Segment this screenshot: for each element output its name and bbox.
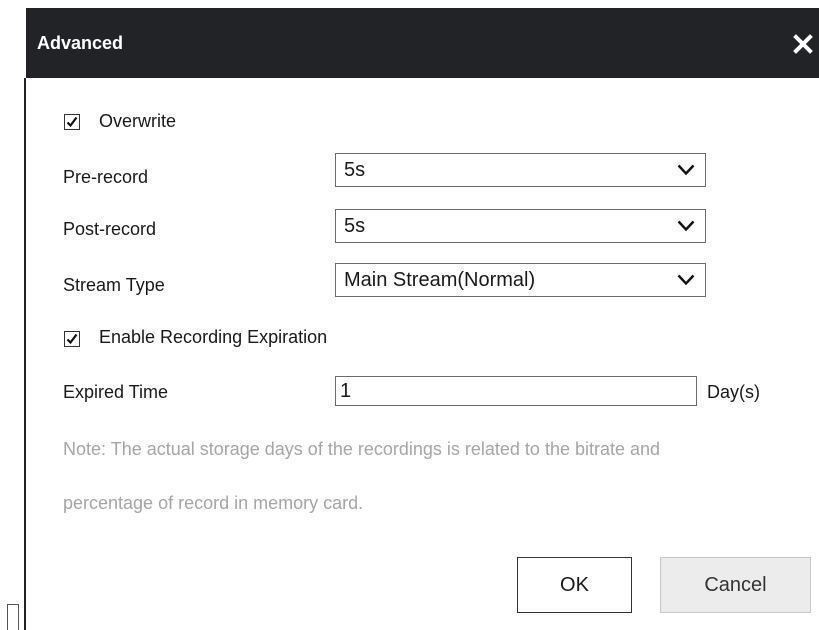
expired-time-value: 1 [340, 380, 352, 402]
checkmark-icon [66, 116, 78, 128]
post-record-label: Post-record [63, 219, 157, 239]
pre-record-value: 5s [344, 159, 366, 181]
cancel-button[interactable]: Cancel [660, 557, 811, 613]
note-line-1: Note: The actual storage days of the rec… [63, 439, 661, 459]
enable-expiration-label: Enable Recording Expiration [99, 327, 328, 347]
chevron-down-icon [677, 164, 695, 176]
dialog-title: Advanced [37, 33, 124, 53]
ok-button-label: OK [560, 574, 589, 596]
expired-time-unit: Day(s) [707, 382, 760, 402]
chevron-down-icon [677, 274, 695, 286]
background-window-control [7, 604, 19, 630]
ok-button[interactable]: OK [517, 557, 632, 613]
close-icon [793, 34, 813, 54]
expired-time-label: Expired Time [63, 382, 169, 402]
overwrite-checkbox[interactable] [64, 114, 80, 130]
enable-expiration-checkbox[interactable] [64, 331, 80, 347]
overwrite-label: Overwrite [99, 111, 177, 131]
pre-record-label: Pre-record [63, 167, 149, 187]
close-button[interactable] [787, 28, 819, 60]
chevron-down-icon [677, 220, 695, 232]
dialog-titlebar: Advanced [26, 8, 819, 78]
expired-time-input[interactable]: 1 [335, 376, 697, 406]
pre-record-select[interactable]: 5s [335, 153, 706, 187]
cancel-button-label: Cancel [704, 574, 767, 596]
post-record-value: 5s [344, 215, 366, 237]
stream-type-value: Main Stream(Normal) [344, 269, 536, 291]
stream-type-label: Stream Type [63, 275, 165, 295]
page: Advanced Overwrite Pre-record 5s Post-re… [0, 0, 819, 630]
checkmark-icon [66, 333, 78, 345]
note-line-2: percentage of record in memory card. [63, 493, 364, 513]
post-record-select[interactable]: 5s [335, 209, 706, 243]
stream-type-select[interactable]: Main Stream(Normal) [335, 263, 706, 297]
advanced-dialog: Advanced Overwrite Pre-record 5s Post-re… [26, 8, 819, 630]
